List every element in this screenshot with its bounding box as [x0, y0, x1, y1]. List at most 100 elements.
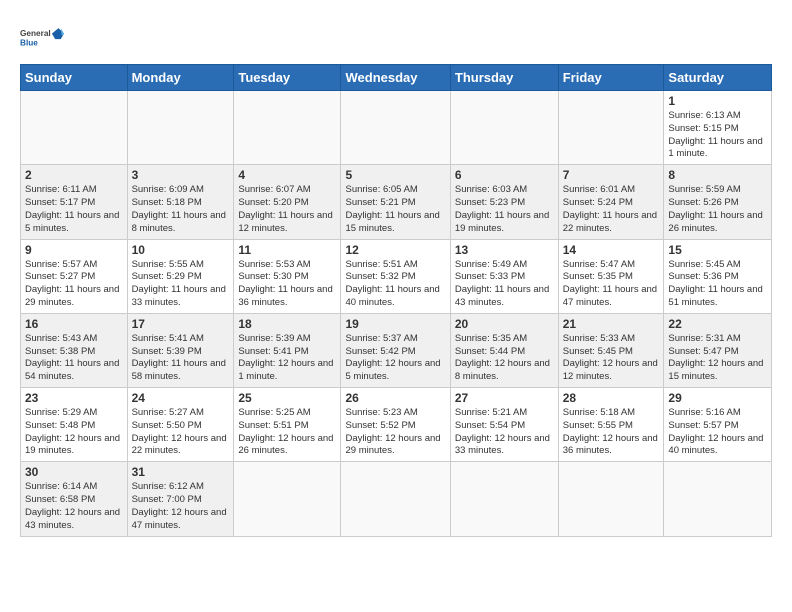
weekday-header-wednesday: Wednesday — [341, 65, 450, 91]
calendar-day-23: 23 Sunrise: 5:29 AM Sunset: 5:48 PM Dayli… — [21, 388, 128, 462]
calendar-day-17: 17Sunrise: 5:41 AM Sunset: 5:39 PM Dayli… — [127, 313, 234, 387]
calendar-day-13: 13Sunrise: 5:49 AM Sunset: 5:33 PM Dayli… — [450, 239, 558, 313]
day-number: 27 — [455, 391, 554, 405]
weekday-header-tuesday: Tuesday — [234, 65, 341, 91]
day-info: Sunrise: 5:39 AM Sunset: 5:41 PM Dayligh… — [238, 333, 336, 384]
day-number: 4 — [238, 168, 336, 182]
day-info: Sunrise: 5:55 AM Sunset: 5:29 PM Dayligh… — [132, 259, 230, 310]
logo: General Blue — [20, 16, 64, 60]
day-number: 21 — [563, 317, 660, 331]
day-number: 8 — [668, 168, 767, 182]
calendar-week-row: 16 Sunrise: 5:43 AM Sunset: 5:38 PM Dayli… — [21, 313, 772, 387]
calendar-day-empty — [234, 462, 341, 536]
weekday-header-saturday: Saturday — [664, 65, 772, 91]
calendar-day-14: 14 Sunrise: 5:47 AM Sunset: 5:35 PM Dayli… — [558, 239, 664, 313]
day-number: 12 — [345, 243, 445, 257]
calendar-day-empty — [127, 91, 234, 165]
calendar-day-3: 3Sunrise: 6:09 AM Sunset: 5:18 PM Daylig… — [127, 165, 234, 239]
weekday-header-row: SundayMondayTuesdayWednesdayThursdayFrid… — [21, 65, 772, 91]
day-info: Sunrise: 5:53 AM Sunset: 5:30 PM Dayligh… — [238, 259, 336, 310]
calendar-day-12: 12 Sunrise: 5:51 AM Sunset: 5:32 PM Dayli… — [341, 239, 450, 313]
calendar-day-19: 19 Sunrise: 5:37 AM Sunset: 5:42 PM Dayli… — [341, 313, 450, 387]
day-info: Sunrise: 5:45 AM Sunset: 5:36 PM Dayligh… — [668, 259, 767, 310]
calendar-day-18: 18 Sunrise: 5:39 AM Sunset: 5:41 PM Dayli… — [234, 313, 341, 387]
day-info: Sunrise: 5:16 AM Sunset: 5:57 PM Dayligh… — [668, 407, 767, 458]
day-info: Sunrise: 5:31 AM Sunset: 5:47 PM Dayligh… — [668, 333, 767, 384]
day-info: Sunrise: 5:29 AM Sunset: 5:48 PM Dayligh… — [25, 407, 123, 458]
day-number: 14 — [563, 243, 660, 257]
day-number: 24 — [132, 391, 230, 405]
calendar-day-empty — [341, 462, 450, 536]
day-info: Sunrise: 5:35 AM Sunset: 5:44 PM Dayligh… — [455, 333, 554, 384]
calendar-day-empty — [450, 462, 558, 536]
calendar-day-1: 1 Sunrise: 6:13 AM Sunset: 5:15 PM Daylig… — [664, 91, 772, 165]
day-info: Sunrise: 6:07 AM Sunset: 5:20 PM Dayligh… — [238, 184, 336, 235]
day-info: Sunrise: 6:12 AM Sunset: 7:00 PM Dayligh… — [132, 481, 230, 532]
day-number: 10 — [132, 243, 230, 257]
logo-svg: General Blue — [20, 16, 64, 60]
day-info: Sunrise: 5:43 AM Sunset: 5:38 PM Dayligh… — [25, 333, 123, 384]
day-number: 18 — [238, 317, 336, 331]
day-number: 20 — [455, 317, 554, 331]
day-info: Sunrise: 6:03 AM Sunset: 5:23 PM Dayligh… — [455, 184, 554, 235]
day-info: Sunrise: 6:05 AM Sunset: 5:21 PM Dayligh… — [345, 184, 445, 235]
calendar-day-22: 22 Sunrise: 5:31 AM Sunset: 5:47 PM Dayli… — [664, 313, 772, 387]
day-number: 25 — [238, 391, 336, 405]
calendar-day-16: 16 Sunrise: 5:43 AM Sunset: 5:38 PM Dayli… — [21, 313, 128, 387]
day-info: Sunrise: 5:37 AM Sunset: 5:42 PM Dayligh… — [345, 333, 445, 384]
calendar-week-row: 23 Sunrise: 5:29 AM Sunset: 5:48 PM Dayli… — [21, 388, 772, 462]
calendar-day-24: 24Sunrise: 5:27 AM Sunset: 5:50 PM Dayli… — [127, 388, 234, 462]
weekday-header-friday: Friday — [558, 65, 664, 91]
calendar-day-empty — [558, 91, 664, 165]
calendar-day-2: 2Sunrise: 6:11 AM Sunset: 5:17 PM Daylig… — [21, 165, 128, 239]
day-number: 28 — [563, 391, 660, 405]
day-info: Sunrise: 6:14 AM Sunset: 6:58 PM Dayligh… — [25, 481, 123, 532]
calendar-day-empty — [234, 91, 341, 165]
calendar-day-empty — [450, 91, 558, 165]
day-number: 7 — [563, 168, 660, 182]
day-number: 2 — [25, 168, 123, 182]
svg-text:Blue: Blue — [20, 39, 38, 48]
day-number: 17 — [132, 317, 230, 331]
calendar-day-21: 21 Sunrise: 5:33 AM Sunset: 5:45 PM Dayli… — [558, 313, 664, 387]
day-number: 16 — [25, 317, 123, 331]
day-number: 11 — [238, 243, 336, 257]
calendar-day-11: 11 Sunrise: 5:53 AM Sunset: 5:30 PM Dayli… — [234, 239, 341, 313]
day-number: 23 — [25, 391, 123, 405]
calendar-day-10: 10 Sunrise: 5:55 AM Sunset: 5:29 PM Dayli… — [127, 239, 234, 313]
day-info: Sunrise: 6:13 AM Sunset: 5:15 PM Dayligh… — [668, 110, 767, 161]
calendar-day-7: 7 Sunrise: 6:01 AM Sunset: 5:24 PM Daylig… — [558, 165, 664, 239]
calendar-week-row: 9 Sunrise: 5:57 AM Sunset: 5:27 PM Daylig… — [21, 239, 772, 313]
calendar-day-6: 6 Sunrise: 6:03 AM Sunset: 5:23 PM Daylig… — [450, 165, 558, 239]
calendar-day-31: 31 Sunrise: 6:12 AM Sunset: 7:00 PM Dayli… — [127, 462, 234, 536]
calendar-week-row: 1 Sunrise: 6:13 AM Sunset: 5:15 PM Daylig… — [21, 91, 772, 165]
svg-text:General: General — [20, 29, 51, 38]
calendar-day-26: 26Sunrise: 5:23 AM Sunset: 5:52 PM Dayli… — [341, 388, 450, 462]
day-number: 22 — [668, 317, 767, 331]
calendar-day-20: 20 Sunrise: 5:35 AM Sunset: 5:44 PM Dayli… — [450, 313, 558, 387]
day-info: Sunrise: 5:33 AM Sunset: 5:45 PM Dayligh… — [563, 333, 660, 384]
day-number: 6 — [455, 168, 554, 182]
calendar-day-empty — [341, 91, 450, 165]
calendar-day-empty — [21, 91, 128, 165]
calendar-day-30: 30 Sunrise: 6:14 AM Sunset: 6:58 PM Dayli… — [21, 462, 128, 536]
day-number: 19 — [345, 317, 445, 331]
weekday-header-monday: Monday — [127, 65, 234, 91]
calendar-day-empty — [664, 462, 772, 536]
day-number: 1 — [668, 94, 767, 108]
header: General Blue — [20, 16, 772, 60]
calendar-day-28: 28Sunrise: 5:18 AM Sunset: 5:55 PM Dayli… — [558, 388, 664, 462]
day-number: 31 — [132, 465, 230, 479]
calendar-day-15: 15 Sunrise: 5:45 AM Sunset: 5:36 PM Dayli… — [664, 239, 772, 313]
calendar: SundayMondayTuesdayWednesdayThursdayFrid… — [20, 64, 772, 537]
weekday-header-thursday: Thursday — [450, 65, 558, 91]
day-info: Sunrise: 6:01 AM Sunset: 5:24 PM Dayligh… — [563, 184, 660, 235]
day-number: 26 — [345, 391, 445, 405]
day-number: 30 — [25, 465, 123, 479]
calendar-day-empty — [558, 462, 664, 536]
day-info: Sunrise: 5:47 AM Sunset: 5:35 PM Dayligh… — [563, 259, 660, 310]
day-info: Sunrise: 5:51 AM Sunset: 5:32 PM Dayligh… — [345, 259, 445, 310]
day-number: 9 — [25, 243, 123, 257]
day-number: 15 — [668, 243, 767, 257]
day-info: Sunrise: 5:57 AM Sunset: 5:27 PM Dayligh… — [25, 259, 123, 310]
